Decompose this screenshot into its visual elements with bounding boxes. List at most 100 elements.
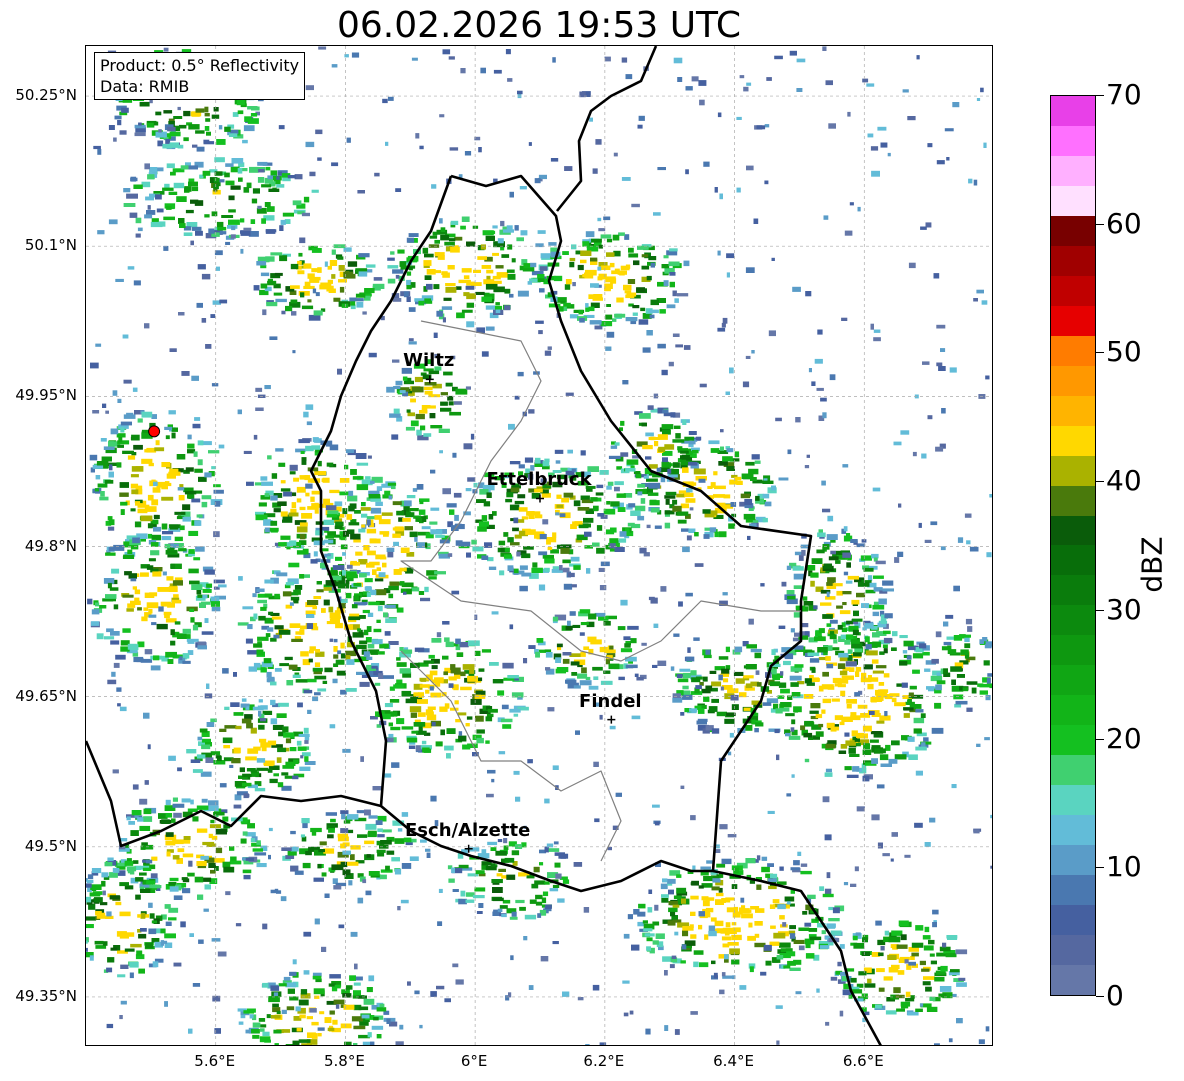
echo-cell — [260, 606, 267, 611]
echo-cell — [264, 385, 271, 390]
map-title: 06.02.2026 19:53 UTC — [336, 5, 742, 46]
echo-cell — [805, 291, 812, 297]
echo-cell — [519, 565, 528, 570]
echo-cell — [539, 288, 545, 293]
echo-cell — [344, 54, 349, 58]
echo-cell — [600, 680, 613, 685]
echo-cell — [564, 166, 573, 171]
echo-cell — [661, 264, 670, 269]
echo-cell — [115, 278, 124, 282]
echo-cell — [386, 1018, 391, 1024]
echo-cell — [206, 583, 212, 588]
echo-cell — [515, 899, 525, 904]
echo-cell — [202, 170, 211, 176]
echo-cell — [890, 858, 894, 862]
echo-cell — [416, 429, 422, 436]
echo-cell — [399, 390, 406, 394]
colorbar-tick-label: 60 — [1106, 206, 1142, 240]
echo-cell — [297, 702, 303, 708]
echo-cell — [704, 527, 711, 531]
echo-cell — [382, 713, 391, 720]
echo-cell — [350, 560, 357, 566]
echo-cell — [586, 523, 591, 528]
echo-cell — [498, 751, 506, 755]
echo-cell — [423, 260, 432, 266]
echo-cell — [95, 343, 102, 347]
echo-cell — [717, 250, 721, 256]
echo-cell — [466, 302, 474, 308]
echo-cell — [364, 586, 372, 590]
echo-cell — [783, 660, 791, 666]
echo-cell — [922, 361, 930, 365]
echo-cell — [755, 722, 764, 727]
echo-cell — [605, 346, 612, 351]
echo-cell — [246, 722, 253, 729]
echo-cell — [182, 628, 191, 634]
echo-cell — [442, 621, 450, 625]
echo-cell — [196, 146, 205, 152]
echo-cell — [681, 944, 687, 950]
echo-cell — [936, 324, 946, 329]
product-label: Product: 0.5° Reflectivity — [100, 56, 300, 75]
echo-cell — [656, 467, 662, 472]
echo-cell — [492, 225, 498, 229]
echo-cell — [642, 445, 653, 450]
echo-cell — [921, 968, 930, 972]
echo-cell — [102, 890, 106, 896]
echo-cell — [500, 718, 513, 723]
colorbar-segment — [1051, 95, 1095, 126]
echo-cell — [89, 454, 98, 461]
echo-cell — [126, 816, 131, 821]
echo-cell — [268, 188, 280, 192]
echo-cell — [338, 265, 345, 271]
echo-cell — [857, 704, 868, 709]
echo-cell — [341, 813, 346, 820]
echo-cell — [770, 925, 776, 929]
echo-cell — [444, 703, 450, 709]
echo-cell — [317, 157, 322, 161]
radar-map[interactable] — [85, 45, 993, 1046]
echo-cell — [367, 612, 374, 617]
echo-cell — [319, 1011, 325, 1015]
echo-cell — [851, 618, 863, 622]
echo-cell — [228, 195, 235, 201]
echo-cell — [141, 181, 151, 188]
echo-cell — [819, 945, 830, 949]
echo-cell — [161, 523, 168, 530]
echo-cell — [101, 456, 112, 462]
echo-cell — [279, 255, 288, 262]
echo-cell — [600, 321, 613, 327]
echo-cell — [510, 955, 514, 961]
echo-cell — [122, 450, 134, 454]
echo-cell — [896, 1008, 905, 1012]
echo-cell — [853, 942, 865, 949]
echo-cell — [416, 484, 424, 490]
echo-cell — [497, 690, 505, 696]
echo-cell — [123, 932, 135, 937]
echo-cell — [662, 462, 672, 468]
echo-cell — [717, 112, 722, 118]
echo-cell — [492, 897, 504, 902]
echo-cell — [384, 703, 393, 708]
echo-cell — [241, 782, 252, 787]
echo-cell — [924, 842, 931, 847]
echo-cell — [95, 602, 100, 607]
echo-cell — [311, 248, 322, 253]
echo-cell — [134, 521, 142, 528]
echo-cell — [268, 611, 274, 616]
lat-tick-label: 49.35°N — [15, 986, 77, 1005]
echo-cell — [670, 412, 676, 418]
echo-cell — [182, 504, 191, 511]
echo-cell — [476, 737, 484, 744]
echo-cell — [643, 928, 653, 932]
echo-cell — [913, 728, 922, 734]
echo-cell — [399, 668, 411, 674]
echo-cell — [121, 107, 129, 113]
echo-cell — [672, 904, 680, 908]
echo-cell — [755, 495, 760, 501]
echo-cell — [352, 476, 364, 480]
echo-cell — [303, 727, 309, 734]
echo-cell — [236, 99, 245, 106]
echo-cell — [867, 133, 874, 138]
echo-cell — [634, 673, 639, 677]
